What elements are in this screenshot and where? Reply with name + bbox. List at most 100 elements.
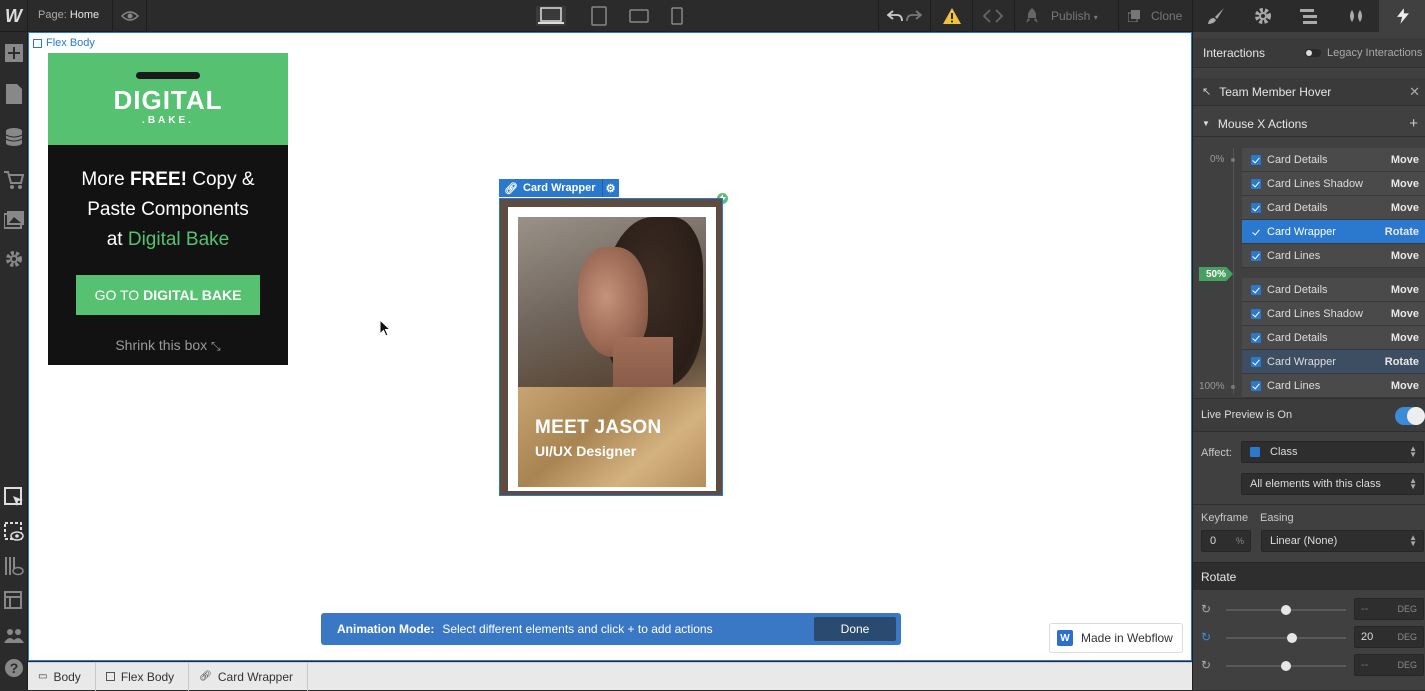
page-selector[interactable]: Page: Home xyxy=(38,9,99,21)
element-settings-gear-icon[interactable]: ⚙ xyxy=(603,182,619,195)
flex-body-label[interactable]: Flex Body xyxy=(33,37,95,49)
checkbox[interactable] xyxy=(1251,332,1261,343)
show-elements-icon[interactable] xyxy=(4,522,24,542)
breadcrumb: ▭ Body Flex Body 🔗︎ Card Wrapper xyxy=(28,662,1192,691)
rotate-y-slider[interactable] xyxy=(1226,633,1346,643)
legacy-toggle[interactable] xyxy=(1305,49,1321,57)
style-brush-icon[interactable] xyxy=(1193,0,1240,32)
mobile-portrait-icon[interactable] xyxy=(670,6,684,26)
code-export-icon[interactable] xyxy=(982,6,1004,26)
breadcrumb-card-wrapper[interactable]: 🔗︎ Card Wrapper xyxy=(189,662,309,691)
design-canvas[interactable]: Flex Body DIGITAL .BAKE. More FREE! Copy… xyxy=(28,32,1192,661)
select-element-icon[interactable] xyxy=(4,487,24,507)
actions-title: Mouse X Actions xyxy=(1217,116,1308,131)
action-item[interactable]: Card Lines Move xyxy=(1242,244,1425,268)
publish-button[interactable]: Publish ▾ xyxy=(1051,9,1098,23)
checkbox[interactable] xyxy=(1251,308,1261,319)
action-item-selected[interactable]: Card Wrapper Rotate xyxy=(1242,220,1425,244)
affect-scope-select[interactable]: All elements with this class ▲ ▼ xyxy=(1241,473,1424,495)
easing-value: Linear (None) xyxy=(1270,535,1338,547)
collaborators-icon[interactable] xyxy=(4,626,24,646)
actions-header[interactable]: ▼ Mouse X Actions + xyxy=(1193,111,1425,137)
action-item[interactable]: Card Details Move xyxy=(1242,148,1425,172)
action-name: Card Lines Shadow xyxy=(1267,307,1364,320)
card-wrapper-tag-label: Card Wrapper xyxy=(522,182,596,194)
rotate-x-input[interactable]: -- DEG xyxy=(1354,598,1424,620)
done-button[interactable]: Done xyxy=(814,617,896,641)
keyframe-input[interactable]: 0 % xyxy=(1201,530,1251,552)
checkbox[interactable] xyxy=(1251,250,1261,261)
slider-knob[interactable] xyxy=(1281,661,1291,671)
interactions-bolt-icon[interactable] xyxy=(1379,0,1425,32)
help-icon[interactable]: ? xyxy=(4,658,24,678)
slider-knob[interactable] xyxy=(1287,633,1297,643)
checkbox[interactable] xyxy=(1251,284,1261,295)
ecommerce-cart-icon[interactable] xyxy=(4,170,24,190)
webflow-badge-icon: W xyxy=(1057,630,1073,646)
symbols-drops-icon[interactable] xyxy=(1333,0,1380,32)
settings-gear-icon[interactable] xyxy=(4,249,24,269)
action-item[interactable]: Card Details Move xyxy=(1242,278,1425,302)
pages-icon[interactable] xyxy=(4,84,24,104)
cms-database-icon[interactable] xyxy=(4,127,24,147)
add-action-icon[interactable]: + xyxy=(1409,115,1418,132)
action-name: Card Details xyxy=(1267,153,1328,166)
action-item[interactable]: Card Lines Shadow Move xyxy=(1242,172,1425,196)
warning-icon[interactable] xyxy=(941,6,963,26)
preview-layout-icon[interactable] xyxy=(4,591,24,611)
assets-icon[interactable] xyxy=(4,210,24,230)
easing-select[interactable]: Linear (None) ▲ ▼ xyxy=(1261,530,1424,552)
webflow-logo[interactable]: W xyxy=(0,0,28,32)
checkbox[interactable] xyxy=(1251,380,1261,391)
go-to-digital-bake-button[interactable]: GO TO DIGITAL BAKE xyxy=(76,275,260,315)
breadcrumb-body[interactable]: ▭ Body xyxy=(28,662,96,691)
breadcrumb-flex-body[interactable]: Flex Body xyxy=(96,662,190,691)
link-icon: 🔗︎ xyxy=(199,671,212,682)
checkbox[interactable] xyxy=(1251,202,1261,213)
element-square-icon xyxy=(105,672,115,681)
navigator-icon[interactable] xyxy=(1286,0,1333,32)
shrink-box-link[interactable]: Shrink this box ⤡ xyxy=(48,337,288,354)
card-wrapper-tag[interactable]: 🔗︎ Card Wrapper ⚙ xyxy=(499,179,619,197)
action-type: Move xyxy=(1390,283,1419,296)
live-preview-toggle[interactable] xyxy=(1395,407,1425,425)
action-type: Rotate xyxy=(1384,355,1419,368)
action-item[interactable]: Card Details Move xyxy=(1242,196,1425,220)
checkbox[interactable] xyxy=(1251,227,1261,237)
add-panel-icon[interactable] xyxy=(4,43,24,63)
rotate-z-slider[interactable] xyxy=(1226,661,1346,671)
checkbox[interactable] xyxy=(1251,154,1261,165)
slider-knob[interactable] xyxy=(1281,605,1291,615)
easing-label: Easing xyxy=(1260,512,1294,524)
desktop-view-icon[interactable] xyxy=(536,6,566,26)
preview-eye-icon[interactable] xyxy=(120,6,140,26)
trigger-row[interactable]: ↖︎ Team Member Hover ✕ xyxy=(1193,78,1425,106)
action-item[interactable]: Card Lines Move xyxy=(1242,374,1425,398)
mobile-landscape-icon[interactable] xyxy=(628,6,650,26)
made-in-webflow-badge[interactable]: W Made in Webflow xyxy=(1049,623,1183,653)
keyframe-50-marker[interactable]: 50% xyxy=(1199,267,1233,281)
rotate-y-input[interactable]: 20 DEG xyxy=(1354,626,1424,648)
tablet-view-icon[interactable] xyxy=(590,6,608,26)
timeline-line xyxy=(1233,148,1234,394)
rotate-z-icon: ↻ xyxy=(1201,658,1212,672)
xray-icon[interactable] xyxy=(4,556,24,576)
rotate-y-value: 20 xyxy=(1361,631,1374,643)
rotate-z-input[interactable]: -- DEG xyxy=(1354,654,1424,676)
affect-select[interactable]: Class ▲ ▼ xyxy=(1241,441,1424,463)
action-item[interactable]: Card Wrapper Rotate xyxy=(1242,350,1425,374)
checkbox[interactable] xyxy=(1251,356,1261,367)
action-item[interactable]: Card Details Move xyxy=(1242,326,1425,350)
rotate-x-slider[interactable] xyxy=(1226,605,1346,615)
digital-bake-promo: DIGITAL .BAKE. More FREE! Copy & Paste C… xyxy=(48,53,288,365)
close-icon[interactable]: ✕ xyxy=(1409,84,1420,100)
checkbox[interactable] xyxy=(1251,178,1261,189)
undo-icon[interactable] xyxy=(886,6,904,26)
action-item[interactable]: Card Lines Shadow Move xyxy=(1242,302,1425,326)
link-icon: 🔗︎ xyxy=(504,182,518,195)
team-member-card[interactable]: MEET JASON UI/UX Designer xyxy=(499,198,723,496)
clone-button[interactable]: Clone xyxy=(1151,9,1182,23)
settings-gear-icon[interactable] xyxy=(1240,0,1287,32)
legacy-label: Legacy Interactions xyxy=(1327,47,1423,59)
redo-icon[interactable] xyxy=(905,6,923,26)
